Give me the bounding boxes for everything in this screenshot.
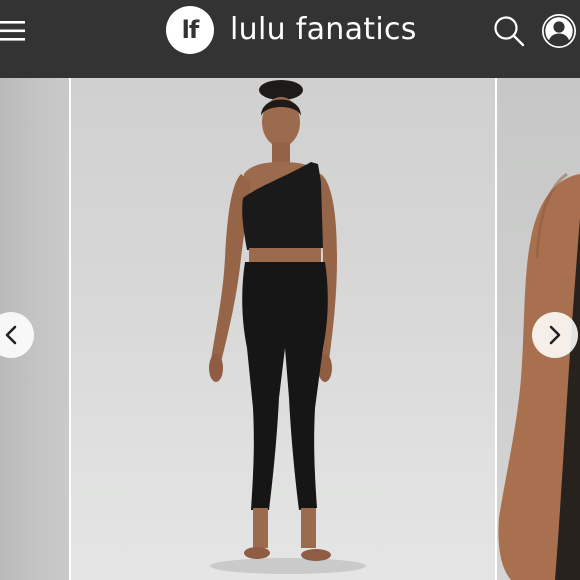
menu-button[interactable] bbox=[0, 17, 28, 45]
hamburger-menu-icon bbox=[0, 21, 25, 41]
product-image-carousel[interactable] bbox=[0, 78, 580, 580]
model-figure-image bbox=[209, 80, 366, 574]
logo-text: lf bbox=[181, 16, 200, 44]
account-button[interactable] bbox=[541, 13, 577, 49]
brand-logo[interactable]: lf bbox=[166, 6, 214, 54]
user-account-icon bbox=[542, 14, 576, 48]
search-icon bbox=[494, 16, 525, 47]
next-image-button[interactable] bbox=[532, 312, 578, 358]
top-header: lf lulu fanatics bbox=[0, 0, 580, 78]
app-root: lf lulu fanatics bbox=[0, 0, 580, 580]
chevron-left-icon bbox=[5, 325, 17, 345]
search-button[interactable] bbox=[492, 14, 526, 48]
brand-name[interactable]: lulu fanatics bbox=[230, 10, 417, 50]
chevron-right-icon bbox=[549, 325, 561, 345]
current-product-image[interactable] bbox=[71, 78, 495, 580]
